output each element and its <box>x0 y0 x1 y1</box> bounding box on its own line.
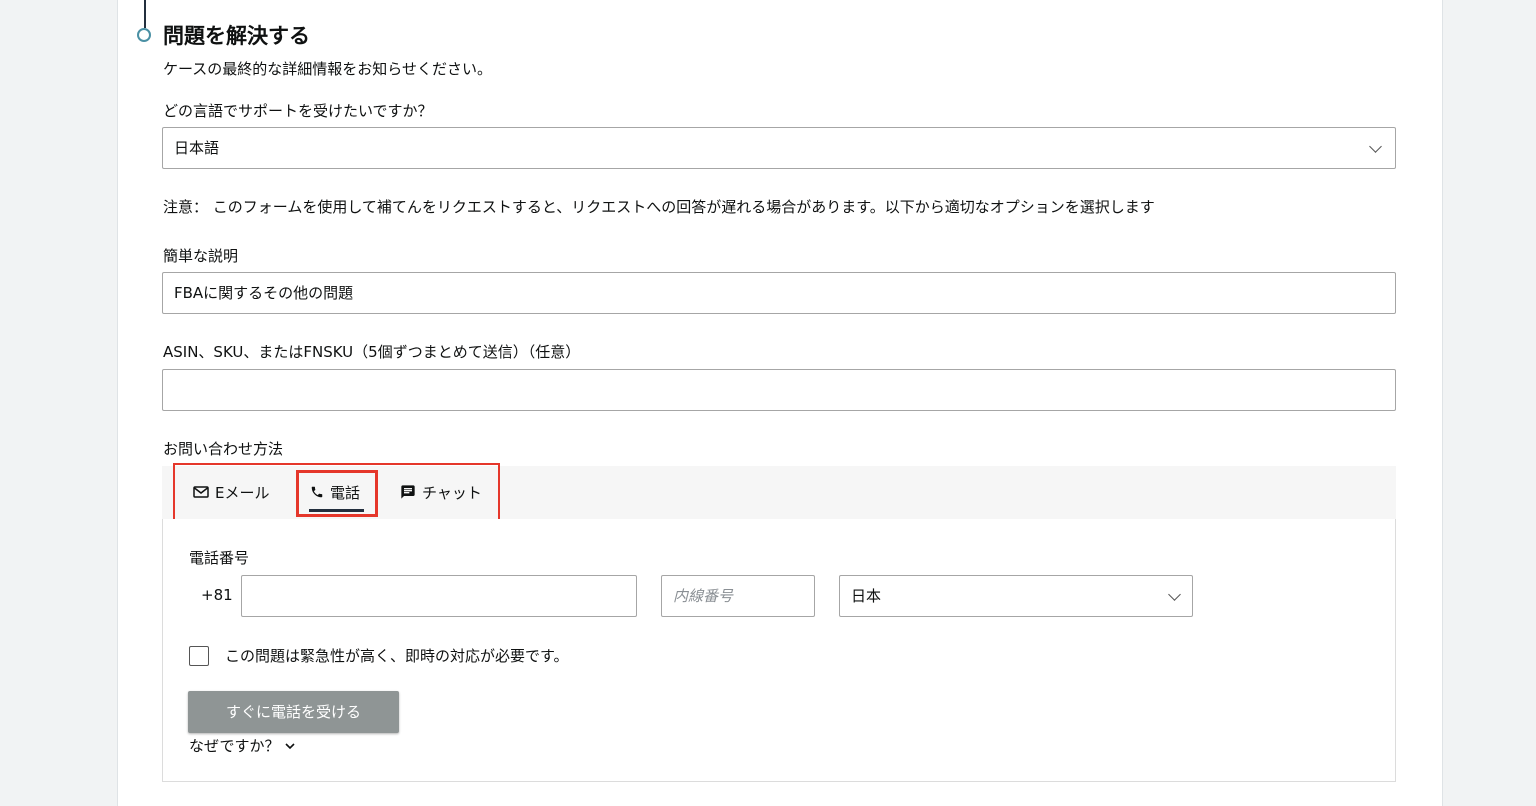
urgent-checkbox-label: この問題は緊急性が高く、即時の対応が必要です。 <box>225 647 569 665</box>
timeline-line <box>144 0 146 28</box>
chevron-down-icon <box>1369 140 1382 153</box>
phone-number-label: 電話番号 <box>189 549 250 567</box>
extension-placeholder: 内線番号 <box>673 587 734 605</box>
language-select[interactable]: 日本語 <box>162 127 1396 169</box>
chevron-down-icon <box>285 742 296 749</box>
timeline-step-dot <box>137 28 151 42</box>
country-select[interactable]: 日本 <box>839 575 1193 617</box>
chevron-down-icon <box>1168 588 1181 601</box>
language-select-value: 日本語 <box>174 139 220 157</box>
why-link[interactable]: なぜですか？ <box>189 735 296 756</box>
asin-label: ASIN、SKU、またはFNSKU（5個ずつまとめて送信）（任意） <box>163 343 581 361</box>
language-question: どの言語でサポートを受けたいですか？ <box>163 102 433 120</box>
section-title: 問題を解決する <box>163 24 310 48</box>
phone-number-input[interactable] <box>241 575 637 617</box>
why-link-label: なぜですか？ <box>189 737 280 755</box>
asin-input[interactable] <box>162 369 1396 411</box>
short-description-label: 簡単な説明 <box>163 247 239 265</box>
short-description-input[interactable]: FBAに関するその他の問題 <box>162 272 1396 314</box>
call-me-now-button[interactable]: すぐに電話を受ける <box>188 691 399 733</box>
section-subtitle: ケースの最終的な詳細情報をお知らせください。 <box>163 60 492 78</box>
extension-input[interactable]: 内線番号 <box>661 575 815 617</box>
country-select-value: 日本 <box>851 587 882 605</box>
contact-method-label: お問い合わせ方法 <box>163 440 284 458</box>
notice-text: 注意： このフォームを使用して補てんをリクエストすると、リクエストへの回答が遅れ… <box>163 198 1155 216</box>
country-code-prefix: +81 <box>201 586 233 604</box>
short-description-value: FBAに関するその他の問題 <box>174 284 354 302</box>
urgent-checkbox[interactable] <box>189 646 209 666</box>
phone-tab-highlight-box <box>296 470 378 517</box>
